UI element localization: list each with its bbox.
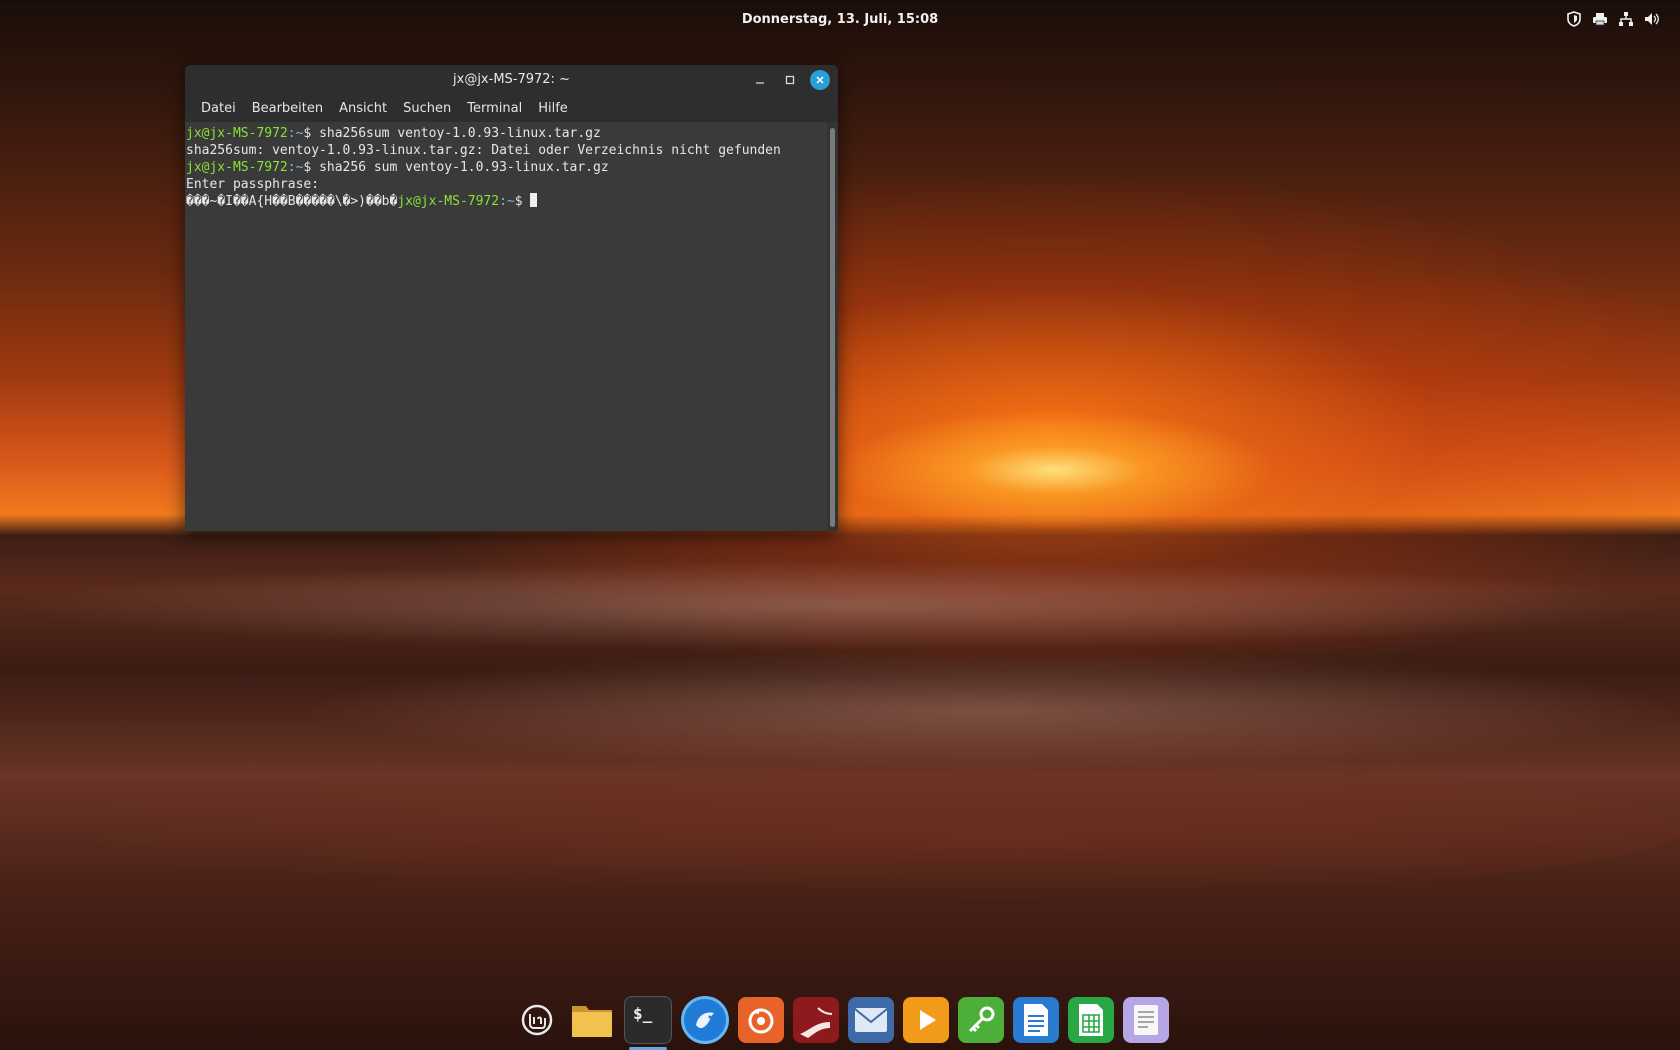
command-text: sha256sum ventoy-1.0.93-linux.tar.gz — [319, 126, 601, 141]
terminal-output[interactable]: jx@jx-MS-7972:~$ sha256sum ventoy-1.0.93… — [185, 122, 827, 531]
prompt-user: jx@jx-MS-7972 — [186, 126, 288, 141]
prompt-path: :~ — [287, 160, 304, 175]
volume-icon[interactable] — [1643, 10, 1660, 27]
window-titlebar[interactable]: jx@jx-MS-7972: ~ — [185, 65, 838, 95]
terminal-line: jx@jx-MS-7972:~$ sha256sum ventoy-1.0.93… — [185, 125, 827, 142]
shield-icon[interactable] — [1565, 10, 1582, 27]
output-text: sha256sum: ventoy-1.0.93-linux.tar.gz: D… — [186, 143, 781, 158]
firefox-icon[interactable] — [738, 997, 784, 1043]
writer-icon[interactable] — [1013, 997, 1059, 1043]
window-title: jx@jx-MS-7972: ~ — [453, 72, 570, 87]
close-icon[interactable] — [810, 70, 830, 90]
prompt-path: :~ — [499, 194, 515, 209]
prompt-symbol: $ — [303, 160, 320, 175]
command-text: sha256 sum ventoy-1.0.93-linux.tar.gz — [319, 160, 609, 175]
terminal-scrollbar[interactable] — [827, 122, 838, 531]
prompt-symbol: $ — [303, 126, 320, 141]
output-text: Enter passphrase: — [186, 177, 320, 192]
garbage-output: ���~�I��A{H��B�����\�>)��b� — [186, 194, 398, 209]
passwords-icon[interactable] — [958, 997, 1004, 1043]
menu-datei[interactable]: Datei — [193, 101, 244, 116]
terminal-icon[interactable]: $_ — [624, 996, 672, 1050]
prompt-user: jx@jx-MS-7972 — [186, 160, 288, 175]
mail-icon[interactable] — [848, 997, 894, 1043]
menu-hilfe[interactable]: Hilfe — [530, 101, 576, 116]
scrollbar-thumb[interactable] — [830, 128, 835, 527]
terminal-menubar: Datei Bearbeiten Ansicht Suchen Terminal… — [185, 95, 838, 122]
wallpaper-wave — [0, 560, 1680, 650]
menu-ansicht[interactable]: Ansicht — [331, 101, 395, 116]
media-player-icon[interactable] — [903, 997, 949, 1043]
wallpaper-wave — [300, 650, 1680, 770]
mint-menu-icon[interactable] — [514, 997, 560, 1043]
wallpaper-wave — [0, 760, 1680, 900]
menu-terminal[interactable]: Terminal — [459, 101, 530, 116]
printer-icon[interactable] — [1591, 10, 1608, 27]
prompt-symbol: $ — [514, 194, 531, 209]
panel-clock[interactable]: Donnerstag, 13. Juli, 15:08 — [0, 12, 1680, 27]
prompt-path: :~ — [287, 126, 304, 141]
terminal-glyph: $_ — [633, 1004, 653, 1023]
terminal-line: Enter passphrase: — [185, 176, 827, 193]
minimize-icon[interactable] — [750, 70, 770, 90]
terminal-line: sha256sum: ventoy-1.0.93-linux.tar.gz: D… — [185, 142, 827, 159]
terminal-line: jx@jx-MS-7972:~$ sha256 sum ventoy-1.0.9… — [185, 159, 827, 176]
thunderbird-icon[interactable] — [681, 996, 729, 1044]
network-icon[interactable] — [1617, 10, 1634, 27]
system-tray — [1565, 10, 1660, 27]
terminal-line: ���~�I��A{H��B�����\�>)��b�jx@jx-MS-7972… — [185, 193, 827, 210]
text-cursor — [530, 193, 538, 207]
files-icon[interactable] — [569, 997, 615, 1043]
menu-suchen[interactable]: Suchen — [395, 101, 459, 116]
maximize-icon[interactable] — [780, 70, 800, 90]
menu-bearbeiten[interactable]: Bearbeiten — [244, 101, 331, 116]
calc-icon[interactable] — [1068, 997, 1114, 1043]
dock: $_ — [510, 990, 1173, 1050]
timeshift-icon[interactable] — [793, 997, 839, 1043]
text-editor-icon[interactable] — [1123, 997, 1169, 1043]
prompt-user: jx@jx-MS-7972 — [397, 194, 500, 209]
top-panel: Donnerstag, 13. Juli, 15:08 — [0, 0, 1680, 40]
terminal-window[interactable]: jx@jx-MS-7972: ~ Datei Bearbeiten Ansich… — [185, 65, 838, 531]
